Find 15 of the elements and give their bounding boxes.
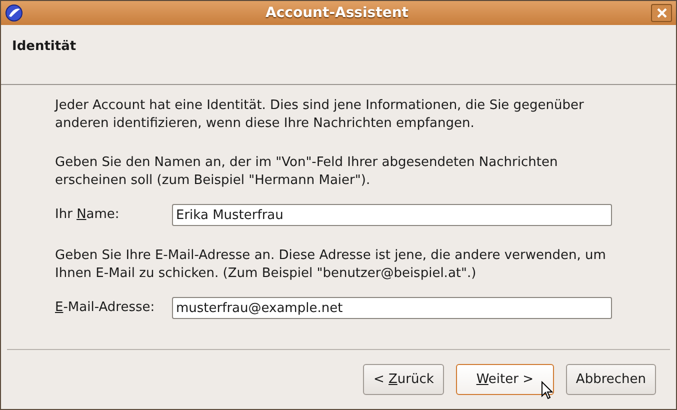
intro-text: Jeder Account hat eine Identität. Dies sind jene Informationen, die Sie gegenüber anderen identifizieren, wenn diese Ihre Nachrichten empfangen.: [55, 97, 585, 133]
close-icon: [656, 8, 666, 18]
hint-text: Geben Sie den Namen an, der im "Von"-Feld Ihrer abgesendeten Nachrichten erscheinen soll (zum Beispiel "Hermann Maier").: [55, 154, 559, 190]
page-title: Identität: [12, 38, 78, 56]
mouse-pointer-icon: [540, 381, 553, 400]
wizard-button[interactable]: Abbrechen: [566, 364, 656, 395]
input-field[interactable]: Erika Musterfrau: [172, 204, 612, 226]
window-title: Account-Assistent: [266, 4, 408, 22]
app-logo-icon: [5, 4, 23, 22]
field-label: Ihr Name:: [55, 206, 120, 224]
wizard-button[interactable]: < Zurück: [363, 364, 444, 395]
close-button[interactable]: [651, 4, 672, 22]
input-field[interactable]: musterfrau@example.net: [172, 297, 612, 319]
field-label: E-Mail-Adresse:: [55, 299, 156, 318]
hint-text: Geben Sie Ihre E-Mail-Adresse an. Diese Adresse ist jene, die andere verwenden, um Ihnen E-Mail zu schicken. (Zum Beispiel "benutzer@beispiel.at".): [55, 247, 607, 283]
